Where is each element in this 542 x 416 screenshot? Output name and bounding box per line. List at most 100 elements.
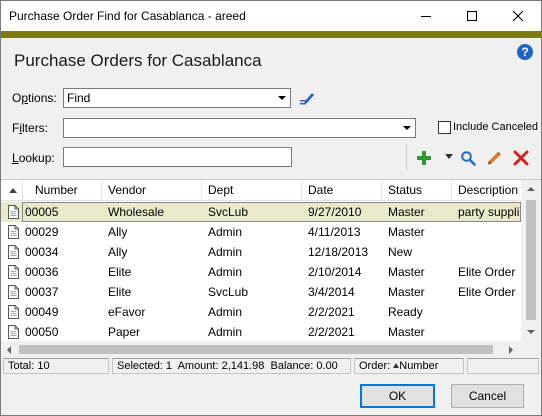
table-row[interactable]: 00034 Ally Admin 12/18/2013 New	[1, 242, 521, 262]
cell-date: 12/18/2013	[308, 245, 369, 259]
cell-vendor: Ally	[108, 225, 128, 239]
delete-button[interactable]	[511, 148, 531, 168]
status-total: Total: 10	[3, 358, 109, 374]
cell-dept: Admin	[208, 245, 243, 259]
document-icon	[8, 325, 19, 339]
scroll-up-icon[interactable]	[527, 187, 535, 191]
cell-status: Master	[388, 265, 425, 279]
status-order-value: Number	[399, 360, 439, 372]
document-icon	[8, 205, 19, 219]
edit-pencil-icon	[488, 151, 501, 165]
column-header-vendor[interactable]: Vendor	[102, 180, 202, 201]
status-extra-panel	[467, 358, 539, 374]
filters-select[interactable]	[63, 118, 416, 138]
scroll-right-icon[interactable]	[509, 346, 513, 354]
table-row[interactable]: 00029 Ally Admin 4/11/2013 Master	[1, 222, 521, 242]
purchase-orders-grid[interactable]: Number Vendor Dept Date Status Descripti…	[1, 179, 541, 357]
cell-vendor: eFavor	[108, 305, 146, 319]
horizontal-scroll-thumb[interactable]	[19, 345, 493, 354]
cell-vendor: Elite	[108, 265, 132, 279]
close-button[interactable]	[495, 1, 541, 31]
cell-status: Master	[388, 325, 425, 339]
column-header-number[interactable]: Number	[23, 180, 102, 201]
add-button[interactable]	[414, 148, 434, 168]
sort-ascending-icon	[9, 188, 17, 193]
cell-dept: Admin	[208, 305, 243, 319]
table-row[interactable]: 00036 Elite Admin 2/10/2014 Master Elite Orde…	[1, 262, 521, 282]
minimize-icon	[421, 15, 431, 17]
cell-date: 2/10/2014	[308, 265, 362, 279]
status-order: Order: Number	[354, 358, 464, 374]
cell-status: Master	[388, 225, 425, 239]
minimize-button[interactable]	[403, 1, 449, 31]
document-icon	[8, 285, 19, 299]
status-bar: Total: 10 Selected: 1 Amount: 2,141.98 B…	[1, 357, 541, 375]
document-icon	[8, 265, 19, 279]
delete-x-icon	[513, 150, 529, 166]
cell-status: Master	[388, 285, 425, 299]
purchase-order-find-window: Purchase Order Find for Casablanca - are…	[0, 0, 542, 416]
cell-dept: SvcLub	[208, 205, 249, 219]
document-icon	[8, 305, 19, 319]
cell-number: 00036	[25, 265, 59, 279]
options-select[interactable]: Find	[63, 88, 291, 108]
title-bar: Purchase Order Find for Casablanca - are…	[1, 1, 541, 31]
status-balance: Balance: 0.00	[270, 360, 338, 372]
table-row[interactable]: 00037 Elite SvcLub 3/4/2014 Master Elite Orde…	[1, 282, 521, 302]
cell-description	[456, 242, 519, 262]
scroll-down-icon[interactable]	[527, 330, 535, 334]
vertical-scroll-thumb[interactable]	[526, 200, 536, 320]
column-header-status[interactable]: Status	[382, 180, 452, 201]
filters-label: Filters:	[12, 121, 49, 135]
sort-indicator-cell[interactable]	[1, 180, 23, 201]
scrollbar-corner	[521, 341, 541, 357]
edit-options-button[interactable]	[298, 89, 316, 107]
chevron-down-icon	[403, 126, 411, 130]
cell-vendor: Paper	[108, 325, 141, 339]
cell-date: 2/2/2021	[308, 305, 355, 319]
ok-button[interactable]: OK	[360, 384, 435, 408]
cell-dept: Admin	[208, 225, 243, 239]
lookup-input[interactable]	[63, 147, 292, 167]
status-selected: Selected: 1	[117, 360, 173, 372]
scroll-left-icon[interactable]	[7, 346, 11, 354]
dropdown-arrow-icon	[445, 154, 453, 159]
cell-description: Elite Order	[458, 285, 516, 299]
cell-description	[456, 302, 519, 322]
search-icon	[461, 151, 476, 166]
help-icon[interactable]: ?	[517, 44, 533, 60]
include-canceled-checkbox[interactable]	[438, 121, 451, 134]
cell-date: 9/27/2010	[308, 205, 362, 219]
cell-number: 00050	[25, 325, 59, 339]
cell-number: 00037	[25, 285, 59, 299]
horizontal-scrollbar[interactable]	[1, 341, 521, 357]
vertical-scrollbar[interactable]	[521, 180, 541, 341]
cell-status: Ready	[388, 305, 423, 319]
document-icon	[8, 225, 19, 239]
table-row[interactable]: 00005 Wholesale SvcLub 9/27/2010 Master party…	[1, 202, 521, 222]
table-row[interactable]: 00049 eFavor Admin 2/2/2021 Ready	[1, 302, 521, 322]
search-button[interactable]	[458, 148, 478, 168]
edit-button[interactable]	[484, 148, 504, 168]
accent-bar	[1, 31, 541, 38]
cell-date: 3/4/2014	[308, 285, 355, 299]
options-select-value: Find	[67, 91, 91, 105]
column-header-date[interactable]: Date	[302, 180, 382, 201]
cancel-button[interactable]: Cancel	[451, 384, 524, 408]
document-icon	[8, 245, 19, 259]
chevron-down-icon	[278, 96, 286, 100]
cell-dept: Admin	[208, 265, 243, 279]
column-header-description[interactable]: Description	[452, 180, 521, 201]
table-row[interactable]: 00050 Paper Admin 2/2/2021 Master	[1, 322, 521, 342]
status-amount: Amount: 2,141.98	[177, 360, 265, 372]
maximize-button[interactable]	[449, 1, 495, 31]
column-header-dept[interactable]: Dept	[202, 180, 302, 201]
cell-description	[456, 322, 519, 342]
add-dropdown-button[interactable]	[443, 151, 455, 163]
cell-number: 00029	[25, 225, 59, 239]
cell-status: Master	[388, 205, 425, 219]
options-label: Options:	[12, 91, 57, 105]
cell-vendor: Elite	[108, 285, 132, 299]
add-icon	[417, 151, 431, 165]
grid-header: Number Vendor Dept Date Status Descripti…	[1, 180, 521, 201]
